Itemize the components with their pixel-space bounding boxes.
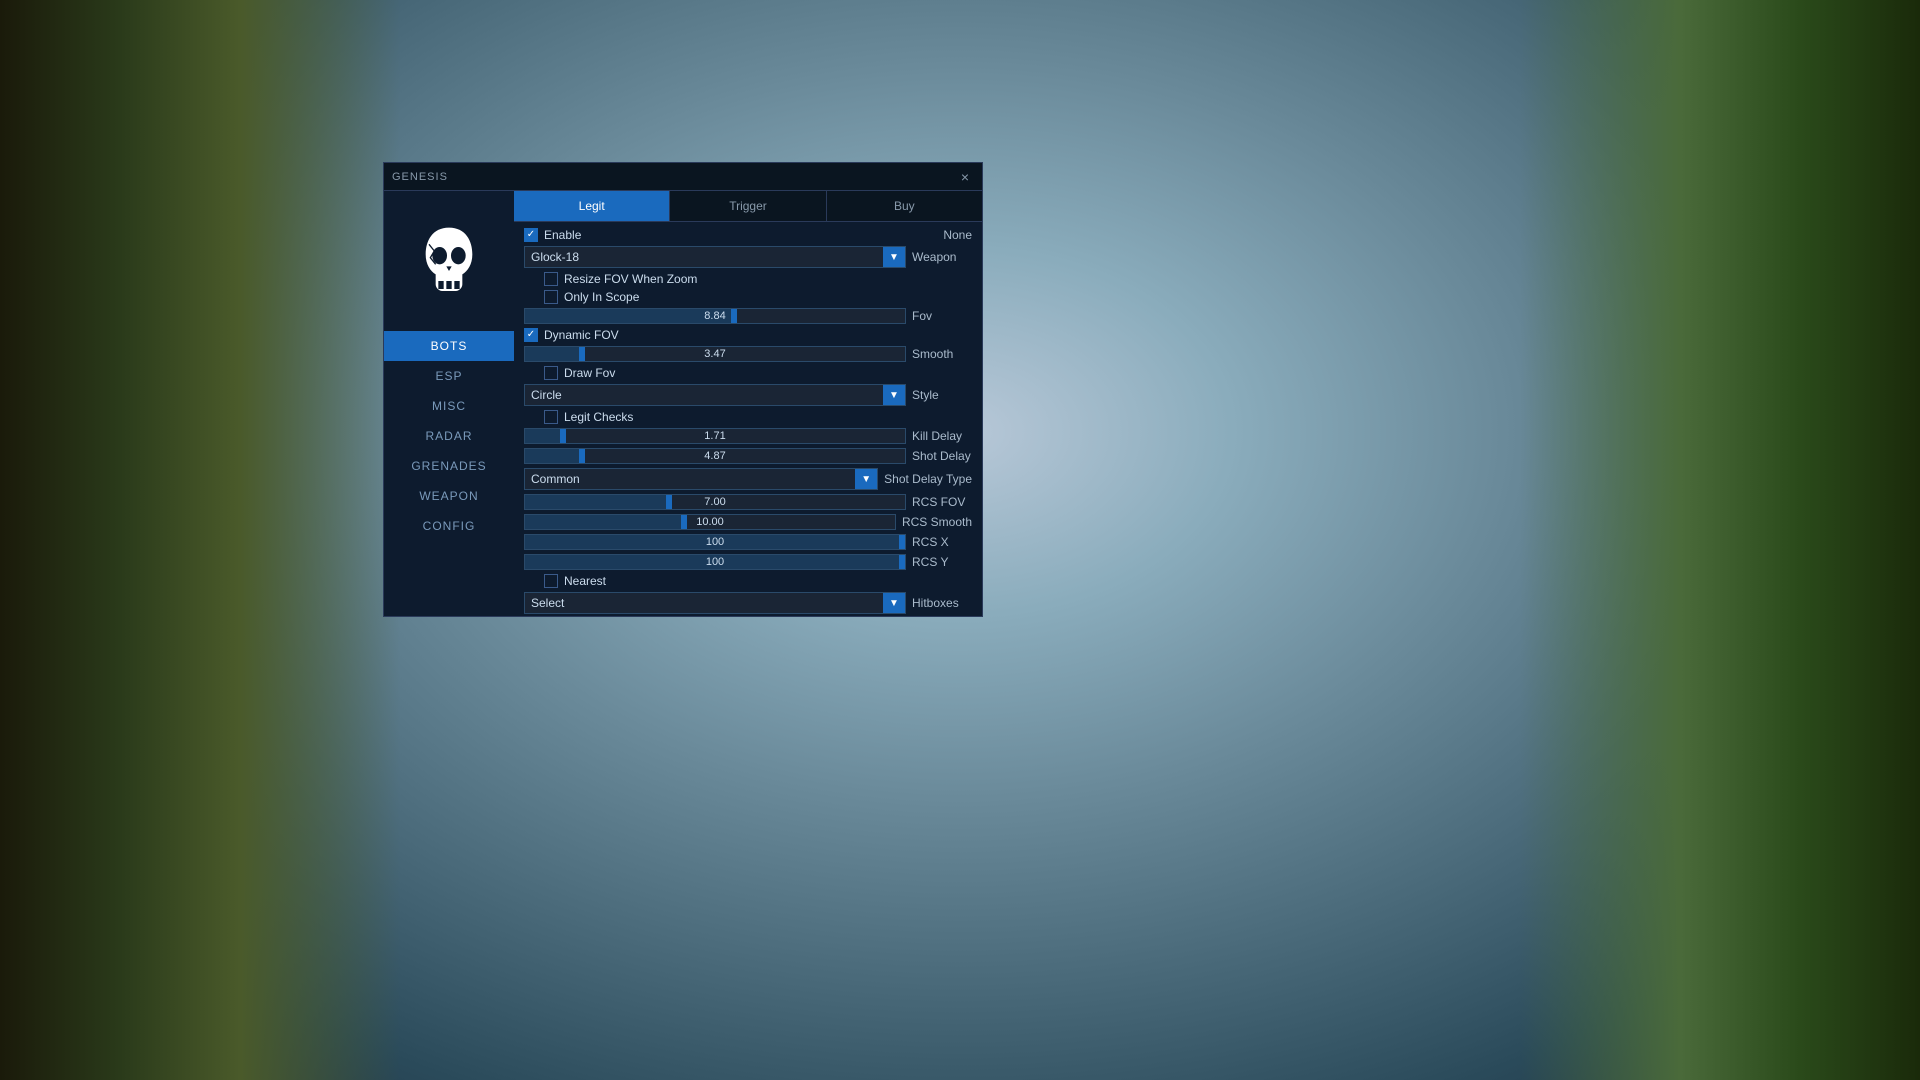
shot-delay-type-label: Shot Delay Type <box>884 472 972 486</box>
sidebar-item-esp[interactable]: ESP <box>384 361 514 391</box>
tab-bar: Legit Trigger Buy <box>514 191 982 222</box>
rcs-x-label: RCS X <box>912 535 972 549</box>
weapon-label: Weapon <box>912 250 972 264</box>
draw-fov-checkbox[interactable] <box>544 366 558 380</box>
only-in-scope-label: Only In Scope <box>564 290 639 304</box>
weapon-row: Glock-18 ▼ Weapon <box>524 246 972 268</box>
none-label: None <box>943 228 972 242</box>
settings-panel: Enable None Glock-18 ▼ Weapon Resize FOV… <box>514 222 982 616</box>
rcs-smooth-value: 10.00 <box>696 516 724 528</box>
rcs-y-label: RCS Y <box>912 555 972 569</box>
window-title: GENESIS <box>392 171 448 183</box>
rcs-fov-slider[interactable]: 7.00 <box>524 494 906 510</box>
only-in-scope-row: Only In Scope <box>524 290 972 304</box>
weapon-dropdown[interactable]: Glock-18 ▼ <box>524 246 906 268</box>
main-content: Legit Trigger Buy Enable None Glock <box>514 191 982 616</box>
rcs-x-value: 100 <box>706 536 724 548</box>
smooth-slider[interactable]: 3.47 <box>524 346 906 362</box>
legit-checks-row: Legit Checks <box>524 410 972 424</box>
fov-slider[interactable]: 8.84 <box>524 308 906 324</box>
draw-fov-label: Draw Fov <box>564 366 615 380</box>
shot-delay-type-value: Common <box>525 472 855 486</box>
sidebar-item-config[interactable]: CONFIG <box>384 511 514 541</box>
resize-fov-label: Resize FOV When Zoom <box>564 272 697 286</box>
sidebar-item-radar[interactable]: RADAR <box>384 421 514 451</box>
fov-value: 8.84 <box>704 310 725 322</box>
logo-area <box>399 201 499 321</box>
close-button[interactable]: × <box>956 168 974 186</box>
nearest-label: Nearest <box>564 574 606 588</box>
hitboxes-dropdown[interactable]: Select ▼ <box>524 592 906 614</box>
sidebar: BOTS ESP MISC RADAR GRENADES WEAPON CONF… <box>384 191 514 616</box>
only-in-scope-checkbox[interactable] <box>544 290 558 304</box>
enable-label: Enable <box>544 228 581 242</box>
shot-delay-type-dropdown[interactable]: Common ▼ <box>524 468 878 490</box>
rcs-fov-value: 7.00 <box>704 496 725 508</box>
main-dialog: GENESIS × <box>383 162 983 617</box>
sidebar-item-misc[interactable]: MISC <box>384 391 514 421</box>
dialog-body: BOTS ESP MISC RADAR GRENADES WEAPON CONF… <box>384 191 982 616</box>
hitboxes-row: Select ▼ Hitboxes <box>524 592 972 614</box>
draw-fov-row: Draw Fov <box>524 366 972 380</box>
rcs-smooth-slider-row: 10.00 RCS Smooth <box>524 514 972 530</box>
dynamic-fov-label: Dynamic FOV <box>544 328 619 342</box>
kill-delay-slider-row: 1.71 Kill Delay <box>524 428 972 444</box>
hitboxes-label: Hitboxes <box>912 596 972 610</box>
skull-logo <box>409 221 489 301</box>
kill-delay-slider[interactable]: 1.71 <box>524 428 906 444</box>
rcs-x-slider-row: 100 RCS X <box>524 534 972 550</box>
style-dropdown[interactable]: Circle ▼ <box>524 384 906 406</box>
dynamic-fov-checkbox[interactable] <box>524 328 538 342</box>
fov-label: Fov <box>912 309 972 323</box>
sidebar-item-weapon[interactable]: WEAPON <box>384 481 514 511</box>
nearest-checkbox[interactable] <box>544 574 558 588</box>
smooth-label: Smooth <box>912 347 972 361</box>
rcs-smooth-slider[interactable]: 10.00 <box>524 514 896 530</box>
enable-checkbox-row: Enable <box>524 228 581 242</box>
nearest-row: Nearest <box>524 574 972 588</box>
rcs-x-slider[interactable]: 100 <box>524 534 906 550</box>
resize-fov-checkbox[interactable] <box>544 272 558 286</box>
shot-delay-label: Shot Delay <box>912 449 972 463</box>
hitboxes-value: Select <box>525 596 883 610</box>
enable-checkbox[interactable] <box>524 228 538 242</box>
shot-delay-type-arrow: ▼ <box>855 469 877 489</box>
style-dropdown-arrow: ▼ <box>883 385 905 405</box>
dynamic-fov-row: Dynamic FOV <box>524 328 972 342</box>
shot-delay-value: 4.87 <box>704 450 725 462</box>
weapon-dropdown-arrow: ▼ <box>883 247 905 267</box>
nav-items: BOTS ESP MISC RADAR GRENADES WEAPON CONF… <box>384 331 514 541</box>
rcs-y-slider-row: 100 RCS Y <box>524 554 972 570</box>
tab-legit[interactable]: Legit <box>514 191 670 221</box>
resize-fov-row: Resize FOV When Zoom <box>524 272 972 286</box>
rcs-fov-slider-row: 7.00 RCS FOV <box>524 494 972 510</box>
shot-delay-type-row: Common ▼ Shot Delay Type <box>524 468 972 490</box>
fov-slider-row: 8.84 Fov <box>524 308 972 324</box>
legit-checks-label: Legit Checks <box>564 410 633 424</box>
kill-delay-label: Kill Delay <box>912 429 972 443</box>
style-value: Circle <box>525 388 883 402</box>
kill-delay-value: 1.71 <box>704 430 725 442</box>
weapon-value: Glock-18 <box>525 250 883 264</box>
rcs-fov-label: RCS FOV <box>912 495 972 509</box>
rcs-y-value: 100 <box>706 556 724 568</box>
smooth-slider-row: 3.47 Smooth <box>524 346 972 362</box>
tab-trigger[interactable]: Trigger <box>670 191 826 221</box>
smooth-value: 3.47 <box>704 348 725 360</box>
legit-checks-checkbox[interactable] <box>544 410 558 424</box>
sidebar-item-grenades[interactable]: GRENADES <box>384 451 514 481</box>
style-row: Circle ▼ Style <box>524 384 972 406</box>
shot-delay-slider-row: 4.87 Shot Delay <box>524 448 972 464</box>
rcs-smooth-label: RCS Smooth <box>902 515 972 529</box>
style-label: Style <box>912 388 972 402</box>
sidebar-item-bots[interactable]: BOTS <box>384 331 514 361</box>
tab-buy[interactable]: Buy <box>827 191 982 221</box>
hitboxes-dropdown-arrow: ▼ <box>883 593 905 613</box>
enable-row: Enable None <box>524 228 972 242</box>
rcs-y-slider[interactable]: 100 <box>524 554 906 570</box>
title-bar: GENESIS × <box>384 163 982 191</box>
shot-delay-slider[interactable]: 4.87 <box>524 448 906 464</box>
